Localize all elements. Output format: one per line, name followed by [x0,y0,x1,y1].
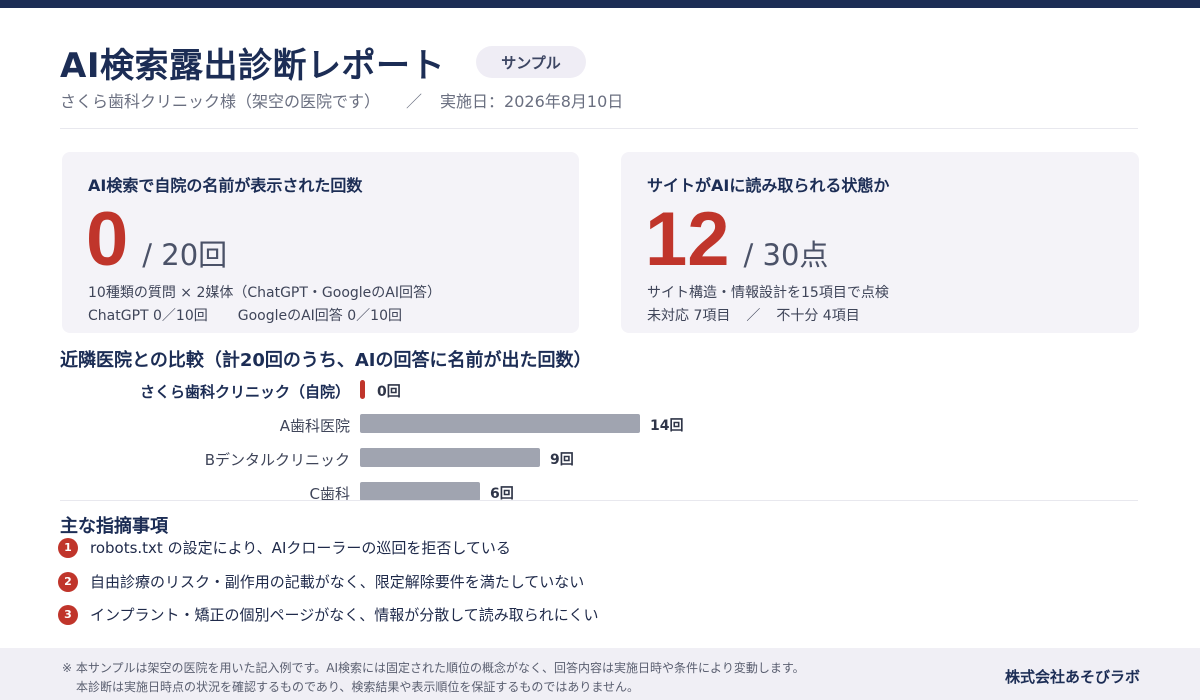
footer: ※ 本サンプルは架空の医院を用いた記入例です。AI検索には固定された順位の概念が… [0,648,1200,700]
bar-label: A歯科医院 [279,417,350,435]
top-accent-bar [0,0,1200,8]
bar [360,448,540,467]
sample-badge: サンプル [476,46,586,78]
bar-label: さくら歯科クリニック（自院） [139,383,350,401]
finding-number-badge: 3 [58,604,78,625]
bar-label: Bデンタルクリニック [204,451,350,469]
readability-value: 12 [645,197,730,282]
bar-value-label: 9回 [550,452,574,468]
subtitle-separator: ／ [406,92,423,111]
footer-disclaimer-1: ※ 本サンプルは架空の医院を用いた記入例です。AI検索には固定された順位の概念が… [62,661,805,675]
finding-number-badge: 1 [58,537,78,558]
finding-text: インプラント・矯正の個別ページがなく、情報が分散して読み取られにくい [90,606,599,624]
report-title: AI検索露出診断レポート [60,46,445,86]
google-ai-count: GoogleのAI回答 0／10回 [237,308,402,324]
mentions-card-label: AI検索で自院の名前が表示された回数 [88,176,363,195]
clinic-name: さくら歯科クリニック様（架空の医院です） [60,92,381,111]
bar-value-label: 14回 [650,418,684,434]
bar [360,482,480,501]
chart-divider [60,500,1138,501]
report-subtitle: さくら歯科クリニック様（架空の医院です） ／ 実施日：2026年8月10日 [60,88,623,112]
bar [360,414,640,433]
finding-number-badge: 2 [58,571,78,592]
finding-item: 2 自由診療のリスク・副作用の記載がなく、限定解除要件を満たしていない [58,571,584,592]
mentions-denominator: / 20回 [142,238,228,272]
bar-value-label: 0回 [377,384,401,400]
finding-item: 1 robots.txt の設定により、AIクローラーの巡回を拒否している [58,537,511,558]
insufficient-count: 不十分 4項目 [776,308,860,324]
readability-denominator: / 30点 [743,238,829,272]
bar [360,380,365,399]
readability-score: 12 / 30点 [645,202,828,278]
readability-breakdown: 未対応 7項目 ／ 不十分 4項目 [647,305,860,325]
comparison-title: 近隣医院との比較（計20回のうち、AIの回答に名前が出た回数） [60,350,592,371]
mentions-value: 0 [86,197,129,282]
header-divider [60,128,1138,129]
finding-text: robots.txt の設定により、AIクローラーの巡回を拒否している [90,539,511,557]
finding-text: 自由診療のリスク・副作用の記載がなく、限定解除要件を満たしていない [90,573,585,591]
readability-card: サイトがAIに読み取られる状態か 12 / 30点 サイト構造・情報設計を15項… [621,152,1139,333]
company-name: 株式会社あそびラボ [1004,668,1140,686]
finding-item: 3 インプラント・矯正の個別ページがなく、情報が分散して読み取られにくい [58,604,599,625]
mentions-score: 0 / 20回 [86,202,227,278]
unaddressed-count: 未対応 7項目 [647,308,731,324]
mentions-breakdown: ChatGPT 0／10回 GoogleのAI回答 0／10回 [88,305,402,325]
readability-note: サイト構造・情報設計を15項目で点検 [647,285,889,301]
mentions-note: 10種類の質問 × 2媒体（ChatGPT・GoogleのAI回答） [88,285,441,301]
chatgpt-count: ChatGPT 0／10回 [88,308,208,324]
footer-disclaimer-2: 本診断は実施日時点の状況を確認するものであり、検索結果や表示順位を保証するもので… [76,680,640,694]
readability-card-label: サイトがAIに読み取られる状態か [647,176,890,195]
readability-separator: ／ [746,308,761,324]
findings-title: 主な指摘事項 [60,516,168,537]
report-date: 実施日：2026年8月10日 [440,92,624,111]
mentions-card: AI検索で自院の名前が表示された回数 0 / 20回 10種類の質問 × 2媒体… [62,152,579,333]
